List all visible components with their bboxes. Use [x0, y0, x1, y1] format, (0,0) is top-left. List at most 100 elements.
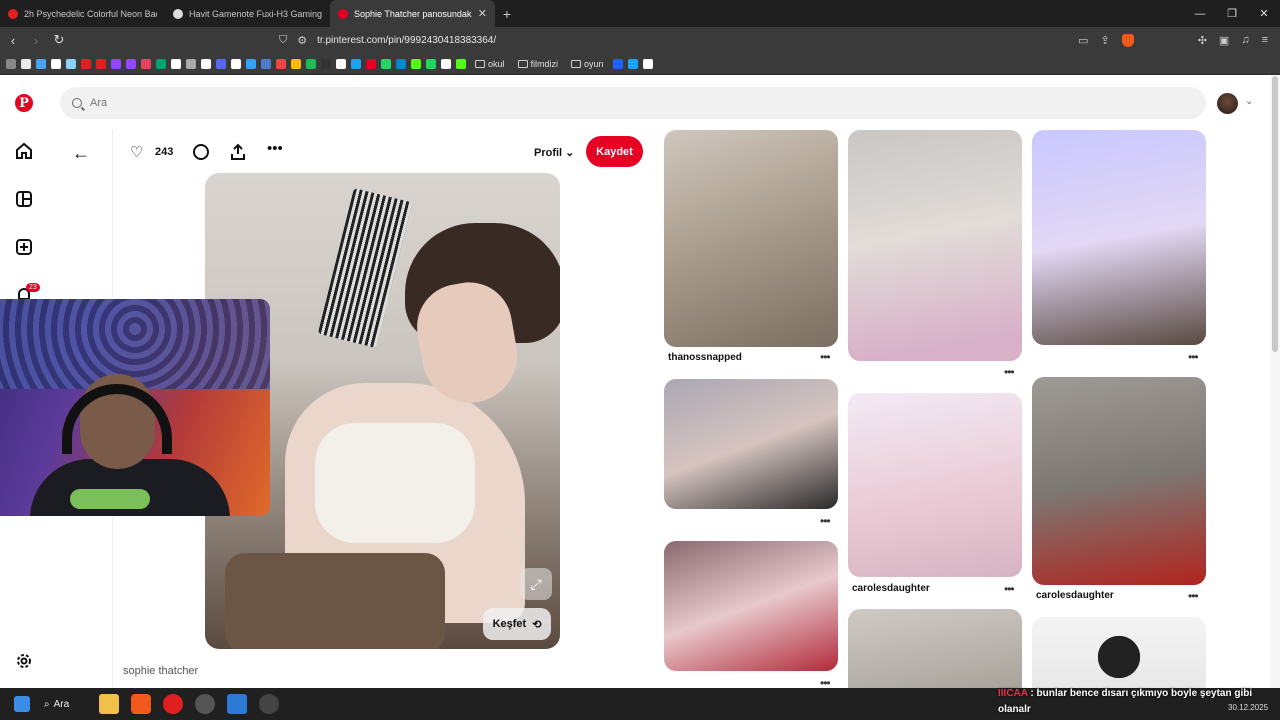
- bookmark-favicon-icon[interactable]: [36, 58, 46, 69]
- taskbar-search[interactable]: ⌕ Ara: [44, 699, 69, 710]
- pin-author[interactable]: carolesdaughter: [852, 583, 930, 594]
- share-icon[interactable]: ⇪: [1100, 34, 1109, 47]
- bookmark-favicon-icon[interactable]: [111, 58, 121, 69]
- browser-tab[interactable]: 2h Psychedelic Colorful Neon Backgr: [0, 0, 165, 27]
- pin-author[interactable]: carolesdaughter: [1036, 590, 1114, 601]
- menu-icon[interactable]: ≡: [1262, 34, 1268, 47]
- pin-more-icon[interactable]: •••: [1188, 589, 1199, 603]
- browser-tab-active[interactable]: Sophie Thatcher panosundaki Pi ✕: [330, 0, 495, 27]
- bookmark-favicon-icon[interactable]: [201, 58, 211, 69]
- search-input[interactable]: Ara: [60, 87, 1206, 119]
- bookmark-icon[interactable]: ⛉: [279, 34, 287, 47]
- heart-icon[interactable]: ♡: [130, 143, 143, 161]
- app-icon[interactable]: [259, 694, 280, 714]
- related-pin-image[interactable]: [1032, 377, 1206, 585]
- browser-tab[interactable]: Havit Gamenote Fuxi-H3 Gaming Oy: [165, 0, 330, 27]
- bookmark-folder[interactable]: oyun: [571, 59, 604, 69]
- bookmark-favicon-icon[interactable]: [306, 58, 316, 69]
- bookmark-favicon-icon[interactable]: [186, 58, 196, 69]
- bookmark-favicon-icon[interactable]: [291, 58, 301, 69]
- bookmark-favicon-icon[interactable]: [642, 58, 653, 69]
- bookmark-favicon-icon[interactable]: [381, 58, 391, 69]
- bookmark-folder[interactable]: filmdizi: [517, 59, 558, 69]
- pin-more-icon[interactable]: •••: [820, 350, 831, 364]
- explore-button[interactable]: Keşfet ⟲: [483, 608, 551, 640]
- bookmark-favicon-icon[interactable]: [21, 58, 31, 69]
- url-text[interactable]: tr.pinterest.com/pin/9992430418383364/: [317, 35, 496, 46]
- save-button[interactable]: Kaydet: [586, 136, 643, 167]
- bookmark-favicon-icon[interactable]: [321, 58, 331, 69]
- pin-author[interactable]: thanossnapped: [668, 352, 742, 363]
- bookmark-favicon-icon[interactable]: [411, 58, 421, 69]
- start-windows-icon[interactable]: [14, 696, 30, 712]
- bookmark-favicon-icon[interactable]: [96, 58, 106, 69]
- brave-shield-icon[interactable]: [1121, 33, 1134, 47]
- forward-icon[interactable]: ›: [26, 33, 46, 48]
- address-field[interactable]: ⛉ ⚙ tr.pinterest.com/pin/999243041838336…: [279, 34, 496, 47]
- minimize-icon[interactable]: —: [1184, 0, 1216, 27]
- bookmark-favicon-icon[interactable]: [171, 58, 181, 69]
- bookmark-favicon-icon[interactable]: [216, 58, 226, 69]
- bookmark-favicon-icon[interactable]: [396, 58, 406, 69]
- related-pin-image[interactable]: [848, 130, 1022, 361]
- media-icon[interactable]: ♫: [1241, 34, 1249, 47]
- media-player-icon[interactable]: [163, 694, 184, 714]
- bookmark-favicon-icon[interactable]: [246, 58, 256, 69]
- cast-icon[interactable]: ▭: [1078, 34, 1088, 47]
- bookmark-favicon-icon[interactable]: [351, 58, 361, 69]
- reload-icon[interactable]: ↻: [49, 32, 69, 48]
- bookmark-favicon-icon[interactable]: [231, 58, 241, 69]
- restore-icon[interactable]: ❐: [1216, 0, 1248, 27]
- related-pin-image[interactable]: [1032, 617, 1206, 688]
- pin-more-icon[interactable]: •••: [1188, 350, 1199, 364]
- related-pin-image[interactable]: [664, 130, 838, 347]
- profile-dropdown[interactable]: Profil ⌄: [534, 146, 574, 159]
- share-upload-icon[interactable]: [229, 143, 247, 165]
- bookmark-favicon-icon[interactable]: [336, 58, 346, 69]
- home-icon[interactable]: [14, 141, 34, 161]
- create-icon[interactable]: [14, 237, 34, 257]
- bookmark-favicon-icon[interactable]: [276, 58, 286, 69]
- comment-icon[interactable]: [192, 143, 210, 165]
- bookmark-favicon-icon[interactable]: [66, 58, 76, 69]
- brave-browser-icon[interactable]: [131, 694, 152, 714]
- related-pin-image[interactable]: [664, 379, 838, 509]
- bookmark-favicon-icon[interactable]: [261, 58, 271, 69]
- back-icon[interactable]: ‹: [3, 33, 23, 48]
- bookmark-favicon-icon[interactable]: [627, 58, 638, 69]
- close-window-icon[interactable]: ✕: [1248, 0, 1280, 27]
- bookmark-favicon-icon[interactable]: [441, 58, 451, 69]
- avatar[interactable]: [1217, 93, 1238, 114]
- settings-gear-icon[interactable]: [14, 651, 34, 671]
- related-pin-image[interactable]: [664, 541, 838, 671]
- bookmark-favicon-icon[interactable]: [426, 58, 436, 69]
- bookmark-favicon-icon[interactable]: [612, 58, 623, 69]
- pinterest-logo-icon[interactable]: P: [14, 93, 34, 113]
- bookmark-favicon-icon[interactable]: [156, 58, 166, 69]
- file-explorer-icon[interactable]: [99, 694, 120, 714]
- app-icon[interactable]: [195, 694, 216, 714]
- new-tab-button[interactable]: +: [495, 0, 519, 27]
- bookmark-favicon-icon[interactable]: [126, 58, 136, 69]
- explore-icon[interactable]: [14, 189, 34, 209]
- bookmark-folder[interactable]: okul: [475, 59, 505, 69]
- bookmark-favicon-icon[interactable]: [51, 58, 61, 69]
- related-pin-image[interactable]: [848, 393, 1022, 577]
- apps-grid-icon[interactable]: [6, 58, 16, 69]
- more-options-icon[interactable]: •••: [267, 140, 283, 157]
- app-icon[interactable]: [227, 694, 248, 714]
- related-pin-image[interactable]: [848, 609, 1022, 688]
- related-pin-image[interactable]: [1032, 130, 1206, 345]
- bookmark-favicon-icon[interactable]: [366, 58, 376, 69]
- extensions-icon[interactable]: ✣: [1198, 34, 1207, 47]
- bookmark-favicon-icon[interactable]: [141, 58, 151, 69]
- bookmark-favicon-icon[interactable]: [456, 58, 466, 69]
- sidebar-icon[interactable]: ▣: [1219, 34, 1229, 47]
- bookmark-favicon-icon[interactable]: [81, 58, 91, 69]
- site-info-icon[interactable]: ⚙: [297, 34, 307, 47]
- expand-icon[interactable]: ⤢: [520, 568, 552, 600]
- pin-more-icon[interactable]: •••: [820, 514, 831, 528]
- back-arrow-icon[interactable]: ←: [72, 143, 90, 164]
- pin-username[interactable]: sophie thatcher: [123, 665, 198, 677]
- close-tab-icon[interactable]: ✕: [478, 7, 487, 20]
